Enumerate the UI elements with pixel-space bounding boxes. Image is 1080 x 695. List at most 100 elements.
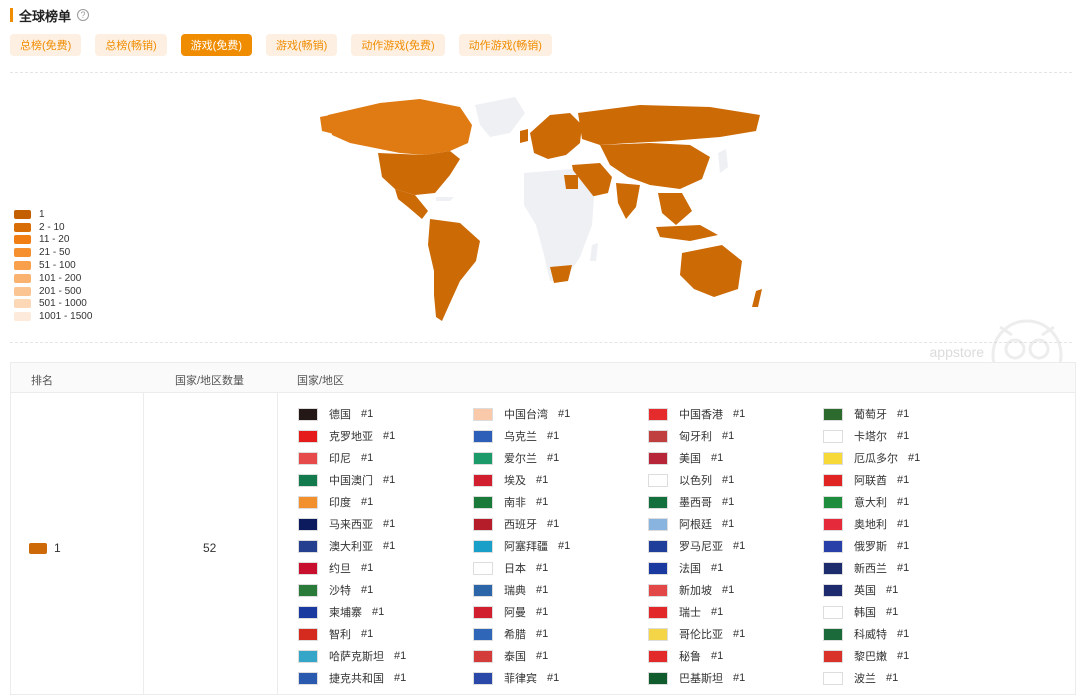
- map-australia[interactable]: [680, 245, 742, 297]
- country-item[interactable]: 阿联酋 #1: [823, 469, 998, 491]
- country-item[interactable]: 阿曼 #1: [473, 601, 648, 623]
- country-item[interactable]: 美国 #1: [648, 447, 823, 469]
- country-item[interactable]: 印度 #1: [298, 491, 473, 513]
- country-name: 阿曼: [504, 607, 526, 619]
- country-item[interactable]: 乌克兰 #1: [473, 425, 648, 447]
- tab-3[interactable]: 游戏(畅销): [265, 34, 338, 56]
- country-item[interactable]: 韩国 #1: [823, 601, 998, 623]
- flag-icon: [823, 583, 843, 597]
- flag-icon: [298, 407, 318, 421]
- map-india[interactable]: [616, 183, 640, 219]
- country-rank: #1: [536, 496, 549, 508]
- country-item[interactable]: 爱尔兰 #1: [473, 447, 648, 469]
- tab-1[interactable]: 总榜(畅销): [95, 34, 167, 56]
- country-item[interactable]: 英国 #1: [823, 579, 998, 601]
- country-item[interactable]: 中国香港 #1: [648, 403, 823, 425]
- legend-label: 11 - 20: [39, 234, 70, 246]
- country-name: 新加坡: [679, 585, 712, 597]
- country-item[interactable]: 瑞典 #1: [473, 579, 648, 601]
- country-item[interactable]: 葡萄牙 #1: [823, 403, 998, 425]
- flag-icon: [648, 429, 668, 443]
- country-item[interactable]: 马来西亚 #1: [298, 513, 473, 535]
- map-europe[interactable]: [530, 113, 582, 159]
- flag-icon: [648, 473, 668, 487]
- country-item[interactable]: 希腊 #1: [473, 623, 648, 645]
- help-icon[interactable]: ?: [77, 9, 90, 21]
- map-africa[interactable]: [524, 169, 594, 281]
- country-item[interactable]: 沙特 #1: [298, 579, 473, 601]
- country-item[interactable]: 罗马尼亚 #1: [648, 535, 823, 557]
- country-item[interactable]: 法国 #1: [648, 557, 823, 579]
- country-item[interactable]: 巴基斯坦 #1: [648, 667, 823, 689]
- map-usa[interactable]: [378, 151, 460, 195]
- map-asia[interactable]: [600, 143, 710, 189]
- map-south-america[interactable]: [428, 219, 480, 321]
- country-item[interactable]: 意大利 #1: [823, 491, 998, 513]
- country-item[interactable]: 新西兰 #1: [823, 557, 998, 579]
- country-item[interactable]: 西班牙 #1: [473, 513, 648, 535]
- country-item[interactable]: 奥地利 #1: [823, 513, 998, 535]
- tab-0[interactable]: 总榜(免费): [10, 34, 82, 56]
- tab-5[interactable]: 动作游戏(畅销): [458, 34, 552, 56]
- map-new-zealand[interactable]: [752, 289, 762, 307]
- country-item[interactable]: 波兰 #1: [823, 667, 998, 689]
- map-russia[interactable]: [578, 105, 760, 145]
- map-egypt[interactable]: [564, 175, 578, 189]
- legend-label: 2 - 10: [39, 221, 65, 233]
- map-canada[interactable]: [328, 99, 472, 155]
- section-header: 全球榜单 ?: [10, 6, 90, 24]
- tab-4[interactable]: 动作游戏(免费): [351, 34, 445, 56]
- tab-2[interactable]: 游戏(免费): [180, 34, 252, 56]
- country-item[interactable]: 哥伦比亚 #1: [648, 623, 823, 645]
- country-name: 乌克兰: [504, 431, 537, 443]
- country-item[interactable]: 黎巴嫩 #1: [823, 645, 998, 667]
- country-item[interactable]: 埃及 #1: [473, 469, 648, 491]
- map-se-asia[interactable]: [658, 193, 692, 225]
- country-item[interactable]: 厄瓜多尔 #1: [823, 447, 998, 469]
- country-item[interactable]: 阿塞拜疆 #1: [473, 535, 648, 557]
- country-name: 中国澳门: [329, 475, 373, 487]
- country-item[interactable]: 中国澳门 #1: [298, 469, 473, 491]
- map-uk[interactable]: [520, 129, 528, 143]
- country-item[interactable]: 阿根廷 #1: [648, 513, 823, 535]
- country-name: 阿塞拜疆: [504, 541, 548, 553]
- country-item[interactable]: 中国台湾 #1: [473, 403, 648, 425]
- map-legend: 12 - 10 11 - 20 21 - 50 51 - 100 101 - 200 20…: [14, 208, 92, 323]
- country-item[interactable]: 柬埔寨 #1: [298, 601, 473, 623]
- country-item[interactable]: 卡塔尔 #1: [823, 425, 998, 447]
- map-japan[interactable]: [718, 149, 728, 173]
- legend-label: 201 - 500: [39, 285, 82, 297]
- country-item[interactable]: 泰国 #1: [473, 645, 648, 667]
- flag-icon: [823, 627, 843, 641]
- country-item[interactable]: 科威特 #1: [823, 623, 998, 645]
- country-item[interactable]: 菲律宾 #1: [473, 667, 648, 689]
- country-item[interactable]: 约旦 #1: [298, 557, 473, 579]
- country-item[interactable]: 澳大利亚 #1: [298, 535, 473, 557]
- country-item[interactable]: 德国 #1: [298, 403, 473, 425]
- country-item[interactable]: 新加坡 #1: [648, 579, 823, 601]
- flag-icon: [298, 627, 318, 641]
- legend-swatch: [14, 286, 31, 296]
- country-item[interactable]: 俄罗斯 #1: [823, 535, 998, 557]
- country-item[interactable]: 以色列 #1: [648, 469, 823, 491]
- country-item[interactable]: 哈萨克斯坦 #1: [298, 645, 473, 667]
- country-item[interactable]: 日本 #1: [473, 557, 648, 579]
- country-item[interactable]: 墨西哥 #1: [648, 491, 823, 513]
- legend-item: 501 - 1000: [14, 298, 92, 311]
- country-item[interactable]: 智利 #1: [298, 623, 473, 645]
- country-item[interactable]: 南非 #1: [473, 491, 648, 513]
- map-madagascar[interactable]: [590, 243, 598, 261]
- country-item[interactable]: 瑞士 #1: [648, 601, 823, 623]
- map-indonesia[interactable]: [656, 225, 718, 241]
- country-item[interactable]: 克罗地亚 #1: [298, 425, 473, 447]
- country-item[interactable]: 印尼 #1: [298, 447, 473, 469]
- country-name: 澳大利亚: [329, 541, 373, 553]
- country-name: 智利: [329, 629, 351, 641]
- map-greenland[interactable]: [475, 97, 525, 137]
- map-cuba[interactable]: [436, 197, 454, 201]
- country-item[interactable]: 秘鲁 #1: [648, 645, 823, 667]
- legend-item: 11 - 20: [14, 234, 92, 247]
- country-item[interactable]: 匈牙利 #1: [648, 425, 823, 447]
- flag-icon: [648, 583, 668, 597]
- country-item[interactable]: 捷克共和国 #1: [298, 667, 473, 689]
